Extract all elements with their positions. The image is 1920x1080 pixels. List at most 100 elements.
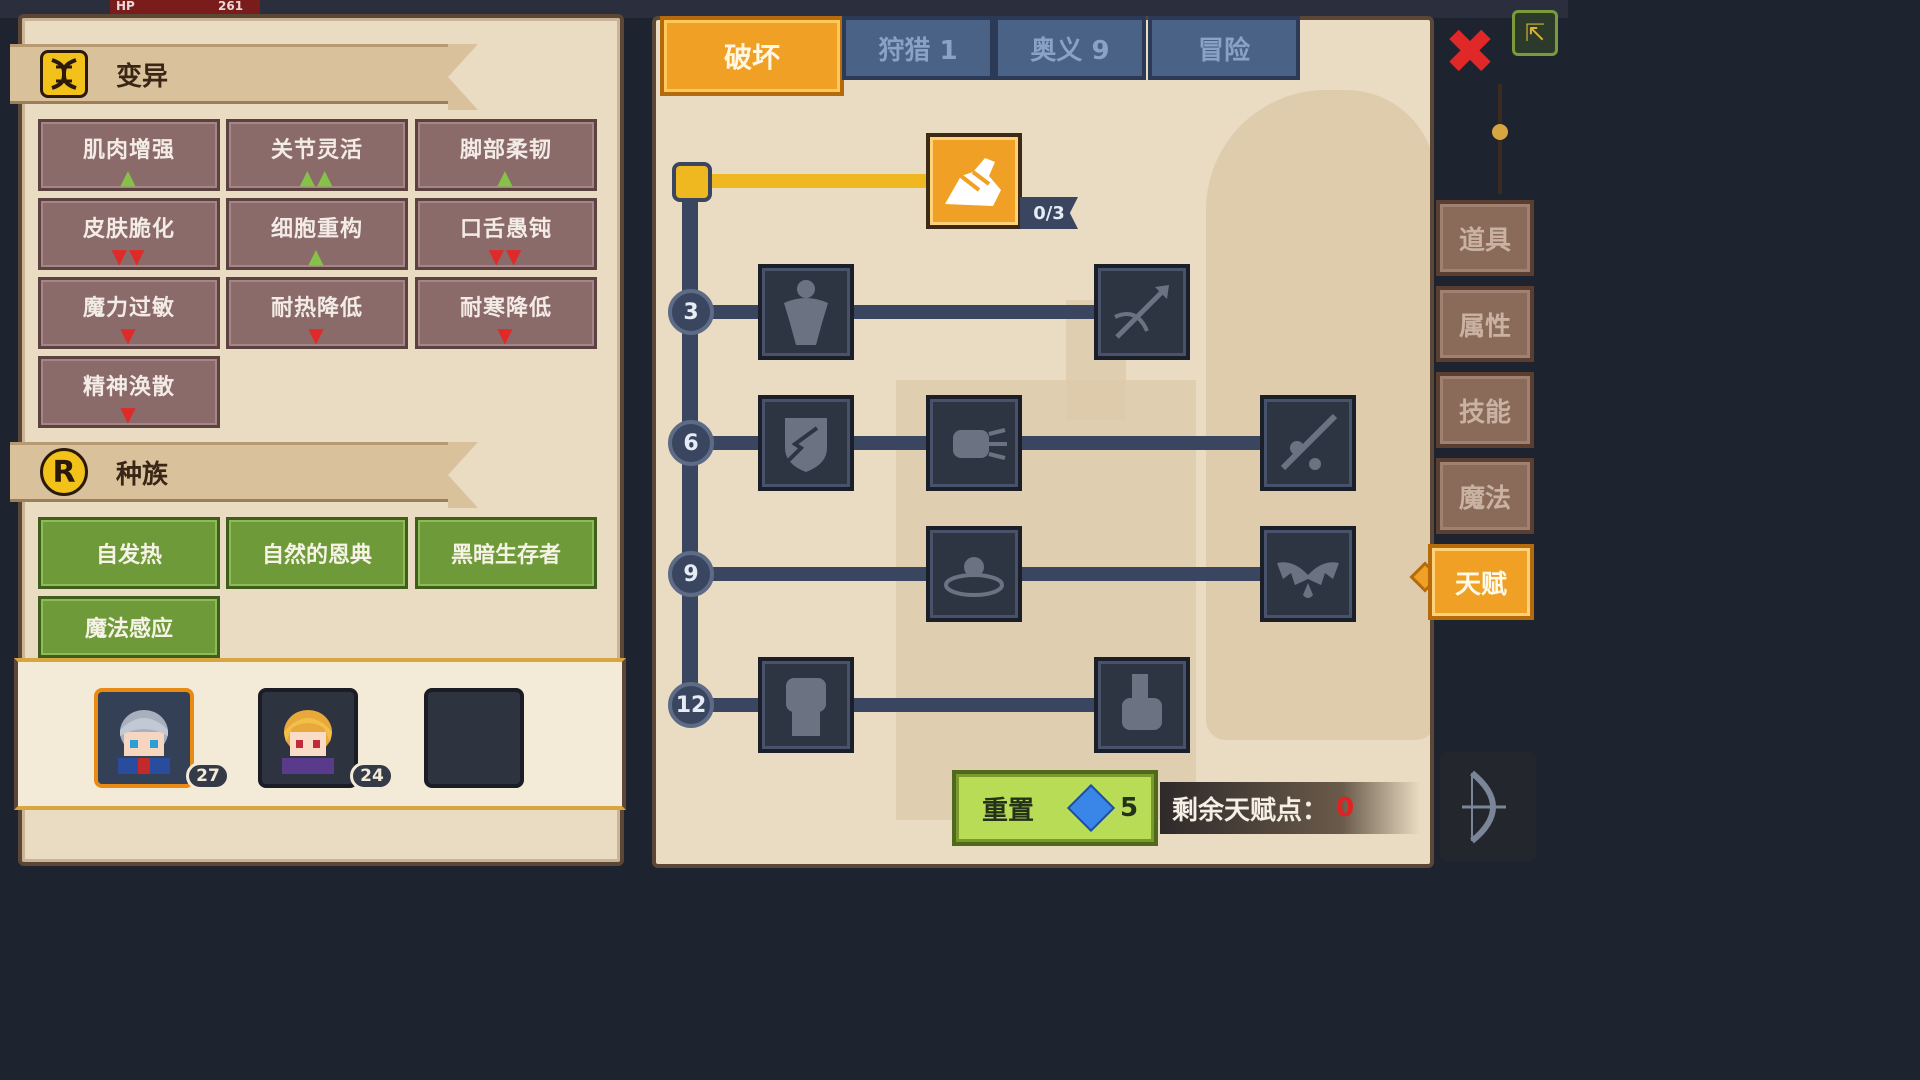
mutation-trait[interactable]: 魔力过敏 ▼ [38,277,220,349]
debuff-arrow-icon: ▼▼ [488,244,524,268]
muscle-body-icon [784,280,828,345]
skill-arm-wrestle[interactable] [926,133,1022,229]
punch-fist-icon [953,428,1007,460]
reset-label: 重置 [982,795,1035,826]
side-tab-skills[interactable]: 技能 [1436,372,1534,448]
mutation-trait-label: 口舌愚钝 [459,217,552,242]
side-tab-talent[interactable]: 天赋 [1428,544,1534,620]
race-r-letter: R [52,454,76,490]
tab-adventure[interactable]: 冒险 [1148,16,1300,80]
debuff-arrow-icon: ▼ [120,323,138,347]
skill-dark-bat[interactable] [1260,526,1356,622]
debuff-arrow-icon: ▼ [497,323,515,347]
skill-body-muscle[interactable] [758,264,854,360]
skill-ripple[interactable] [926,526,1022,622]
mutation-trait[interactable]: 皮肤脆化 ▼▼ [38,198,220,270]
mutation-trait[interactable]: 肌肉增强 ▲ [38,119,220,191]
tier-node-3: 3 [668,289,714,335]
exit-door-icon[interactable]: ⇱ [1512,10,1558,56]
skill-power-punch[interactable] [926,395,1022,491]
level-badge: 24 [350,762,394,790]
blood-slash-icon [1280,413,1338,471]
party-slot-empty[interactable] [424,688,524,788]
broken-shield-icon [779,418,827,472]
remaining-points-value: 0 [1336,793,1355,823]
mutation-title: 变异 [116,61,169,92]
mutation-trait[interactable]: 耐热降低 ▼ [226,277,408,349]
bat-wing-icon [1277,562,1339,598]
race-r-icon: R [40,448,88,496]
companion-avatar-icon [272,702,344,774]
mutation-trait[interactable]: 耐寒降低 ▼ [415,277,597,349]
remaining-points: 剩余天赋点： 0 [1160,782,1420,834]
dna-icon-glyph [51,58,77,90]
ripple-orb-icon [944,557,1004,597]
gripping-hand-icon [1122,674,1162,730]
tier-node-12: 12 [668,682,714,728]
race-trait[interactable]: 自然的恩典 [226,517,408,589]
dna-icon [40,50,88,98]
race-trait[interactable]: 自发热 [38,517,220,589]
buff-arrow-icon: ▲▲ [299,165,335,189]
buff-arrow-icon: ▲ [120,165,138,189]
reset-talents-button[interactable]: 重置 5 [952,770,1158,846]
side-tab-items[interactable]: 道具 [1436,200,1534,276]
tab-hunt[interactable]: 狩猎 1 [842,16,994,80]
mutation-trait[interactable]: 细胞重构 ▲ [226,198,408,270]
remaining-points-label: 剩余天赋点： [1172,795,1329,826]
mutation-trait-label: 耐热降低 [270,296,363,321]
tier-node-6: 6 [668,420,714,466]
raised-fist-icon [786,678,826,736]
arm-wrestle-icon [945,158,1001,206]
side-tab-magic[interactable]: 魔法 [1436,458,1534,534]
tier-node-9: 9 [668,551,714,597]
buff-arrow-icon: ▲ [497,165,515,189]
mutation-trait[interactable]: 口舌愚钝 ▼▼ [415,198,597,270]
race-header: R 种族 [10,442,478,508]
party-tray: 27 24 [14,658,626,810]
mutation-trait-label: 精神涣散 [82,375,175,400]
mutation-trait[interactable]: 脚部柔韧 ▲ [415,119,597,191]
skill-arrow-strike[interactable] [1094,264,1190,360]
mutation-trait-label: 耐寒降低 [459,296,552,321]
tree-branch-top [690,174,936,188]
tab-mystery[interactable]: 奥义 9 [994,16,1146,80]
mutation-header: 变异 [10,44,478,110]
mutation-trait-label: 魔力过敏 [82,296,175,321]
party-slot-2[interactable]: 24 [258,688,394,790]
race-trait[interactable]: 魔法感应 [38,596,220,658]
buff-arrow-icon: ▲ [308,244,326,268]
hanging-chain-icon [1492,84,1508,194]
diamond-gem-icon [1066,783,1116,833]
mutation-trait-label: 皮肤脆化 [82,217,175,242]
level-badge: 27 [186,762,230,790]
party-slot-1[interactable]: 27 [94,688,230,790]
hp-label: HP [116,0,135,13]
hp-value: 261 [218,0,244,13]
close-icon[interactable]: ✖ [1440,21,1500,83]
skill-grip[interactable] [1094,657,1190,753]
mutation-trait-label: 关节灵活 [270,138,363,163]
race-title: 种族 [116,459,169,490]
debuff-arrow-icon: ▼ [120,402,138,426]
skill-rank-count: 0/3 [1020,197,1078,229]
debuff-arrow-icon: ▼ [308,323,326,347]
skill-shield-break[interactable] [758,395,854,491]
mutation-trait-label: 脚部柔韧 [459,138,552,163]
tab-destruction[interactable]: 破坏 [660,16,844,96]
race-trait[interactable]: 黑暗生存者 [415,517,597,589]
mutation-trait-label: 细胞重构 [270,217,363,242]
mutation-trait-label: 肌肉增强 [82,138,175,163]
skill-iron-fist[interactable] [758,657,854,753]
side-tab-attributes[interactable]: 属性 [1436,286,1534,362]
tree-root-node [672,162,712,202]
skill-blood-slash[interactable] [1260,395,1356,491]
arrow-strike-icon [1114,285,1169,339]
mutation-trait[interactable]: 精神涣散 ▼ [38,356,220,428]
bow-weapon-icon[interactable] [1440,752,1536,862]
debuff-arrow-icon: ▼▼ [111,244,147,268]
bow-glyph [1462,770,1506,844]
hero-avatar-icon [108,702,180,774]
gem-cost: 5 [1120,793,1139,823]
mutation-trait[interactable]: 关节灵活 ▲▲ [226,119,408,191]
